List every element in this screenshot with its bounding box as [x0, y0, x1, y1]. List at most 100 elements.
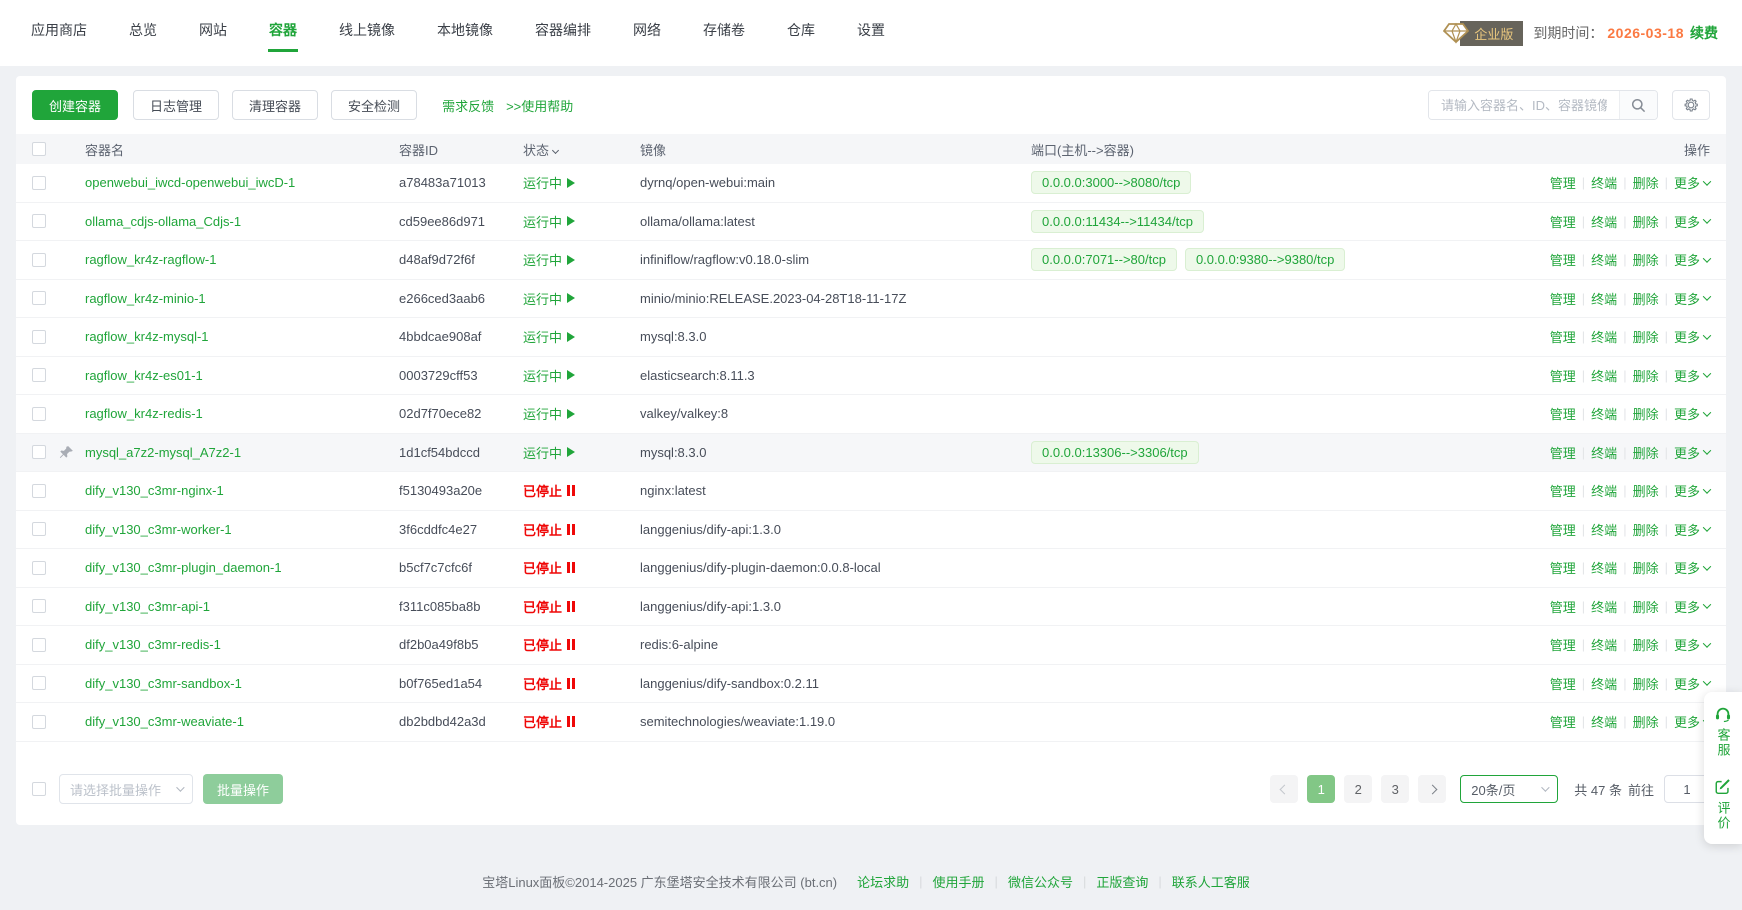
action-more[interactable]: 更多 — [1674, 404, 1710, 423]
row-checkbox[interactable] — [32, 445, 46, 459]
renew-link[interactable]: 续费 — [1690, 23, 1718, 43]
row-checkbox[interactable] — [32, 676, 46, 690]
nav-item-7[interactable]: 网络 — [632, 14, 662, 52]
action-terminal[interactable]: 终端 — [1591, 404, 1617, 423]
action-delete[interactable]: 删除 — [1633, 173, 1659, 192]
container-name-link[interactable]: dify_v130_c3mr-nginx-1 — [85, 483, 224, 498]
footer-link-4[interactable]: 联系人工客服 — [1172, 872, 1250, 891]
row-checkbox[interactable] — [32, 291, 46, 305]
row-checkbox[interactable] — [32, 484, 46, 498]
footer-link-3[interactable]: 正版查询 — [1096, 872, 1148, 891]
action-delete[interactable]: 删除 — [1633, 327, 1659, 346]
action-delete[interactable]: 删除 — [1633, 366, 1659, 385]
footer-link-0[interactable]: 论坛求助 — [857, 872, 909, 891]
clean-container-button[interactable]: 清理容器 — [232, 90, 318, 120]
action-more[interactable]: 更多 — [1674, 481, 1710, 500]
action-terminal[interactable]: 终端 — [1591, 289, 1617, 308]
action-delete[interactable]: 删除 — [1633, 212, 1659, 231]
action-delete[interactable]: 删除 — [1633, 520, 1659, 539]
select-all-bottom-checkbox[interactable] — [32, 782, 46, 796]
feedback-rate-button[interactable]: 评价 — [1714, 778, 1733, 831]
action-more[interactable]: 更多 — [1674, 327, 1710, 346]
action-terminal[interactable]: 终端 — [1591, 597, 1617, 616]
container-name-link[interactable]: ragflow_kr4z-redis-1 — [85, 406, 203, 421]
action-delete[interactable]: 删除 — [1633, 481, 1659, 500]
row-checkbox[interactable] — [32, 253, 46, 267]
row-checkbox[interactable] — [32, 599, 46, 613]
batch-operation-button[interactable]: 批量操作 — [203, 774, 283, 804]
action-manage[interactable]: 管理 — [1550, 481, 1576, 500]
action-more[interactable]: 更多 — [1674, 443, 1710, 462]
page-button-3[interactable]: 3 — [1381, 775, 1409, 803]
action-manage[interactable]: 管理 — [1550, 250, 1576, 269]
action-more[interactable]: 更多 — [1674, 250, 1710, 269]
action-terminal[interactable]: 终端 — [1591, 635, 1617, 654]
container-name-link[interactable]: dify_v130_c3mr-weaviate-1 — [85, 714, 244, 729]
action-delete[interactable]: 删除 — [1633, 404, 1659, 423]
action-delete[interactable]: 删除 — [1633, 289, 1659, 308]
action-terminal[interactable]: 终端 — [1591, 250, 1617, 269]
container-name-link[interactable]: ragflow_kr4z-minio-1 — [85, 291, 206, 306]
action-delete[interactable]: 删除 — [1633, 558, 1659, 577]
nav-item-4[interactable]: 线上镜像 — [338, 14, 396, 52]
footer-link-2[interactable]: 微信公众号 — [1008, 872, 1073, 891]
nav-item-5[interactable]: 本地镜像 — [436, 14, 494, 52]
action-manage[interactable]: 管理 — [1550, 674, 1576, 693]
footer-link-1[interactable]: 使用手册 — [933, 872, 985, 891]
batch-operation-select[interactable]: 请选择批量操作 — [59, 774, 193, 804]
container-name-link[interactable]: ollama_cdjs-ollama_Cdjs-1 — [85, 214, 241, 229]
feedback-link[interactable]: 需求反馈 — [442, 96, 494, 115]
action-more[interactable]: 更多 — [1674, 597, 1710, 616]
container-name-link[interactable]: ragflow_kr4z-ragflow-1 — [85, 252, 217, 267]
search-button[interactable] — [1619, 91, 1657, 119]
nav-item-8[interactable]: 存储卷 — [702, 14, 746, 52]
action-manage[interactable]: 管理 — [1550, 520, 1576, 539]
action-delete[interactable]: 删除 — [1633, 443, 1659, 462]
page-size-select[interactable]: 20条/页 — [1460, 775, 1558, 803]
action-terminal[interactable]: 终端 — [1591, 520, 1617, 539]
action-delete[interactable]: 删除 — [1633, 674, 1659, 693]
security-check-button[interactable]: 安全检测 — [331, 90, 417, 120]
row-checkbox[interactable] — [32, 561, 46, 575]
container-name-link[interactable]: dify_v130_c3mr-sandbox-1 — [85, 676, 242, 691]
log-manage-button[interactable]: 日志管理 — [133, 90, 219, 120]
nav-item-0[interactable]: 应用商店 — [30, 14, 88, 52]
nav-item-3[interactable]: 容器 — [268, 14, 298, 52]
action-manage[interactable]: 管理 — [1550, 597, 1576, 616]
action-manage[interactable]: 管理 — [1550, 173, 1576, 192]
action-manage[interactable]: 管理 — [1550, 366, 1576, 385]
action-terminal[interactable]: 终端 — [1591, 173, 1617, 192]
action-manage[interactable]: 管理 — [1550, 751, 1576, 753]
row-checkbox[interactable] — [32, 407, 46, 421]
row-checkbox[interactable] — [32, 522, 46, 536]
action-delete[interactable]: 删除 — [1633, 712, 1659, 731]
select-all-checkbox[interactable] — [32, 142, 46, 156]
action-terminal[interactable]: 终端 — [1591, 327, 1617, 346]
container-name-link[interactable]: ragflow_kr4z-es01-1 — [85, 368, 203, 383]
action-delete[interactable]: 删除 — [1633, 635, 1659, 654]
row-checkbox[interactable] — [32, 330, 46, 344]
action-manage[interactable]: 管理 — [1550, 327, 1576, 346]
header-status[interactable]: 状态 — [523, 140, 640, 159]
nav-item-6[interactable]: 容器编排 — [534, 14, 592, 52]
action-more[interactable]: 更多 — [1674, 520, 1710, 539]
container-name-link[interactable]: mysql_a7z2-mysql_A7z2-1 — [85, 445, 241, 460]
container-name-link[interactable]: dify_v130_c3mr-redis-1 — [85, 637, 221, 652]
action-more[interactable]: 更多 — [1674, 289, 1710, 308]
search-input[interactable] — [1429, 91, 1619, 119]
action-terminal[interactable]: 终端 — [1591, 212, 1617, 231]
action-terminal[interactable]: 终端 — [1591, 712, 1617, 731]
action-terminal[interactable]: 终端 — [1591, 558, 1617, 577]
action-more[interactable]: 更多 — [1674, 173, 1710, 192]
row-checkbox[interactable] — [32, 214, 46, 228]
container-name-link[interactable]: dify_v130_c3mr-api-1 — [85, 599, 210, 614]
container-name-link[interactable]: ragflow_kr4z-mysql-1 — [85, 329, 209, 344]
settings-button[interactable] — [1672, 90, 1710, 120]
action-manage[interactable]: 管理 — [1550, 558, 1576, 577]
action-delete[interactable]: 删除 — [1633, 250, 1659, 269]
container-name-link[interactable]: openwebui_iwcd-openwebui_iwcD-1 — [85, 175, 295, 190]
action-delete[interactable]: 删除 — [1633, 751, 1659, 753]
action-more[interactable]: 更多 — [1674, 674, 1710, 693]
prev-page-button[interactable] — [1270, 775, 1298, 803]
action-terminal[interactable]: 终端 — [1591, 366, 1617, 385]
